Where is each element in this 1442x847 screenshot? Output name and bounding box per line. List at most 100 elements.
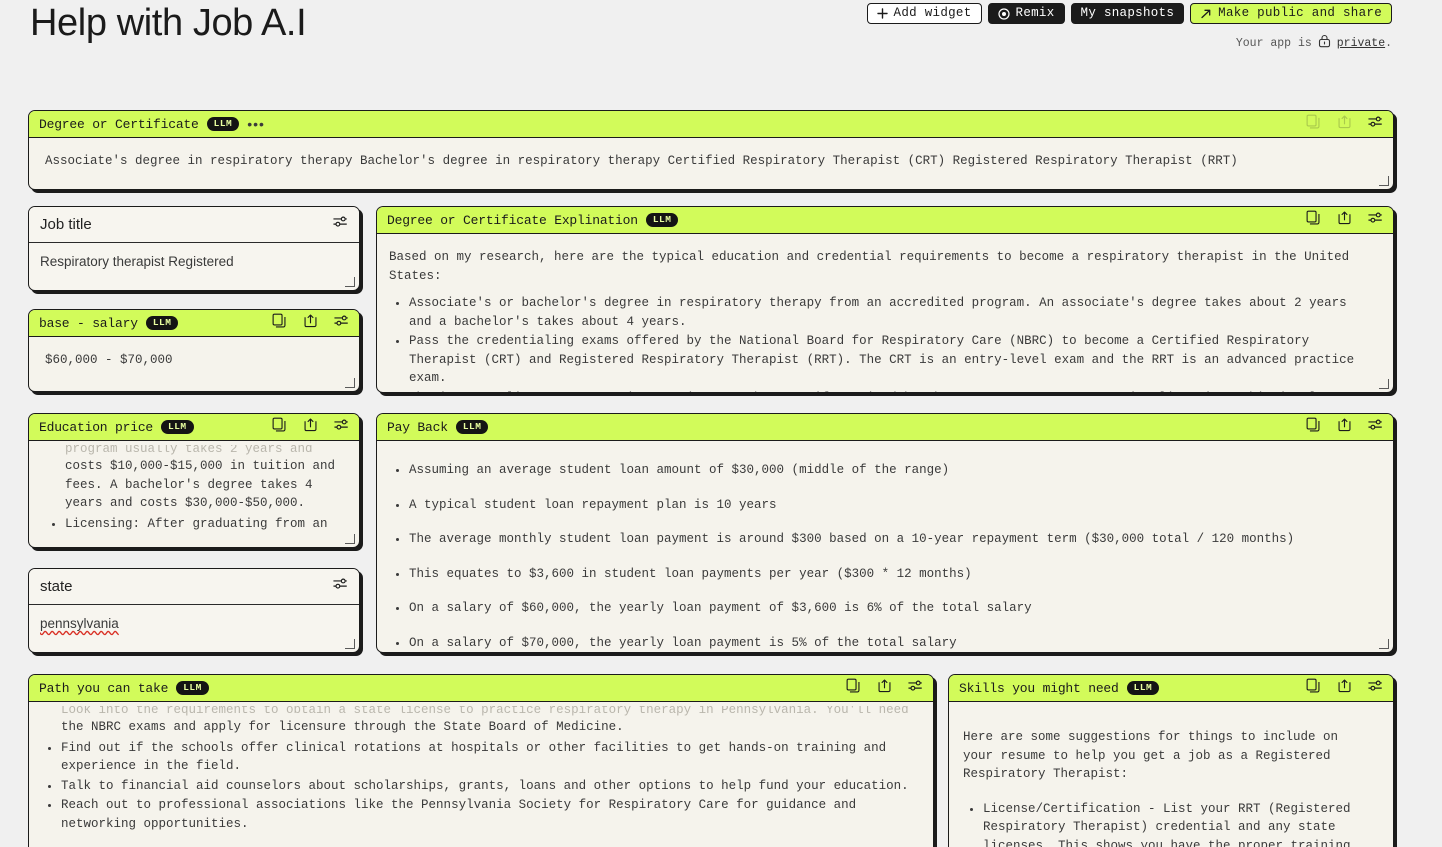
llm-badge: LLM [1126, 680, 1160, 696]
widget-header: state [29, 569, 359, 605]
degree-explanation-intro: Based on my research, here are the typic… [389, 250, 1350, 283]
education-price-line-1: fees. A bachelor's degree takes 4 [65, 477, 313, 492]
export-icon[interactable] [877, 678, 892, 698]
widget-header-icons [1306, 114, 1384, 135]
widget-title: Degree or Certificate Explination [387, 212, 638, 228]
widget-title: Education price [39, 419, 154, 435]
export-icon[interactable] [1337, 210, 1352, 230]
widget-title: Degree or Certificate [39, 116, 199, 132]
path-clipped-bullet: Look into the requirements to obtain a s… [61, 706, 913, 716]
education-price-clipped-line: program usually takes 2 years and [65, 445, 313, 455]
llm-badge: LLM [645, 212, 679, 228]
degree-or-certificate-text: Associate's degree in respiratory therap… [45, 154, 1238, 168]
widget-title: Skills you might need [959, 680, 1119, 696]
resize-handle[interactable] [1379, 379, 1389, 389]
list-item: Pass the credentialing exams offered by … [409, 332, 1373, 388]
widget-degree-or-certificate[interactable]: Degree or Certificate LLM ••• Associate'… [28, 110, 1394, 190]
widget-body[interactable]: Assuming an average student loan amount … [377, 441, 1393, 652]
widget-path-you-can-take[interactable]: Path you can take LLM Look into the requ… [28, 674, 934, 847]
widget-body[interactable]: Look into the requirements to obtain a s… [29, 702, 933, 847]
path-bullets: Find out if the schools offer clinical r… [41, 739, 913, 834]
export-icon[interactable] [1337, 417, 1352, 437]
llm-badge: LLM [176, 680, 209, 696]
widget-header: Degree or Certificate Explination LLM [377, 207, 1393, 234]
widget-job-title[interactable]: Job title Respiratory therapist Register… [28, 206, 360, 291]
resize-handle[interactable] [1379, 176, 1389, 186]
widget-menu-button[interactable]: ••• [247, 117, 265, 131]
remix-label: Remix [1015, 6, 1055, 21]
copy-icon[interactable] [1306, 678, 1321, 698]
sliders-icon[interactable] [1368, 678, 1384, 699]
job-title-input[interactable]: Respiratory therapist Registered [40, 254, 234, 269]
sliders-icon[interactable] [1368, 114, 1384, 135]
widget-skills-you-might-need[interactable]: Skills you might need LLM Here are some … [948, 674, 1394, 847]
export-icon[interactable] [303, 417, 318, 437]
privacy-link[interactable]: private [1337, 37, 1385, 50]
widget-body[interactable]: $60,000 - $70,000 [29, 337, 359, 391]
widget-body[interactable]: Here are some suggestions for things to … [949, 702, 1393, 847]
sliders-icon[interactable] [1368, 417, 1384, 438]
widget-title: Path you can take [39, 680, 169, 696]
my-snapshots-button[interactable]: My snapshots [1070, 3, 1185, 24]
sliders-icon[interactable] [1368, 210, 1384, 231]
education-price-bullets: Licensing: After graduating from an [45, 515, 343, 534]
widget-title: Job title [40, 216, 92, 233]
header-actions: Add widget Remix My snapshots Make publi… [866, 3, 1392, 24]
widget-pay-back[interactable]: Pay Back LLM Assum [376, 413, 1394, 653]
resize-handle[interactable] [345, 277, 355, 287]
make-public-and-share-button[interactable]: Make public and share [1190, 3, 1392, 24]
widget-header: Skills you might need LLM [949, 675, 1393, 702]
export-icon[interactable] [303, 313, 318, 333]
widget-body[interactable]: program usually takes 2 years and costs … [29, 441, 359, 547]
remix-button[interactable]: Remix [987, 3, 1065, 24]
add-widget-label: Add widget [893, 6, 972, 21]
llm-badge: LLM [206, 116, 240, 132]
copy-icon[interactable] [1306, 417, 1321, 437]
add-widget-button[interactable]: Add widget [866, 3, 982, 24]
list-item: Find out if the schools offer clinical r… [61, 739, 913, 776]
widget-body[interactable]: pennsylvania [29, 605, 359, 652]
resize-handle[interactable] [345, 378, 355, 388]
plus-icon [876, 8, 888, 19]
lock-icon [1318, 34, 1331, 52]
widget-base-salary[interactable]: base - salary LLM $60,000 - $70,000 [28, 309, 360, 392]
widget-header-icons [333, 214, 349, 235]
list-item: Assuming an average student loan amount … [409, 461, 1373, 480]
top-bar: Help with Job A.I Add widget Remix My sn… [0, 0, 1442, 92]
copy-icon[interactable] [272, 417, 287, 437]
sliders-icon[interactable] [334, 417, 350, 438]
copy-icon[interactable] [1306, 114, 1321, 134]
widget-header-icons [1306, 210, 1384, 231]
sliders-icon[interactable] [334, 313, 350, 334]
widget-title: base - salary [39, 315, 138, 331]
privacy-suffix: . [1385, 36, 1392, 50]
export-icon[interactable] [1337, 114, 1352, 134]
widget-body[interactable]: Associate's degree in respiratory therap… [29, 138, 1393, 189]
list-item: On a salary of $60,000, the yearly loan … [409, 599, 1373, 618]
widget-body[interactable]: Respiratory therapist Registered [29, 243, 359, 290]
widget-state[interactable]: state pennsylvania [28, 568, 360, 653]
export-icon[interactable] [1337, 678, 1352, 698]
widget-degree-explanation[interactable]: Degree or Certificate Explination LLM Ba… [376, 206, 1394, 393]
sliders-icon[interactable] [908, 678, 924, 699]
resize-handle[interactable] [345, 534, 355, 544]
widget-education-price[interactable]: Education price LLM program usually take… [28, 413, 360, 548]
sliders-icon[interactable] [333, 214, 349, 235]
list-item: Associate's or bachelor's degree in resp… [409, 294, 1373, 331]
target-icon [997, 7, 1010, 20]
state-input[interactable]: pennsylvania [40, 616, 119, 631]
list-item: The average monthly student loan payment… [409, 530, 1373, 549]
education-price-line-0: costs $10,000-$15,000 in tuition and [65, 459, 336, 473]
copy-icon[interactable] [846, 678, 861, 698]
copy-icon[interactable] [1306, 210, 1321, 230]
resize-handle[interactable] [1379, 639, 1389, 649]
llm-badge: LLM [455, 419, 489, 435]
privacy-status: Your app is private. [1236, 34, 1392, 52]
privacy-prefix: Your app is [1235, 36, 1312, 50]
widget-title: state [40, 578, 73, 595]
sliders-icon[interactable] [333, 576, 349, 597]
copy-icon[interactable] [272, 313, 287, 333]
widget-body[interactable]: Based on my research, here are the typic… [377, 234, 1393, 392]
resize-handle[interactable] [345, 639, 355, 649]
widget-title: Pay Back [387, 419, 448, 435]
